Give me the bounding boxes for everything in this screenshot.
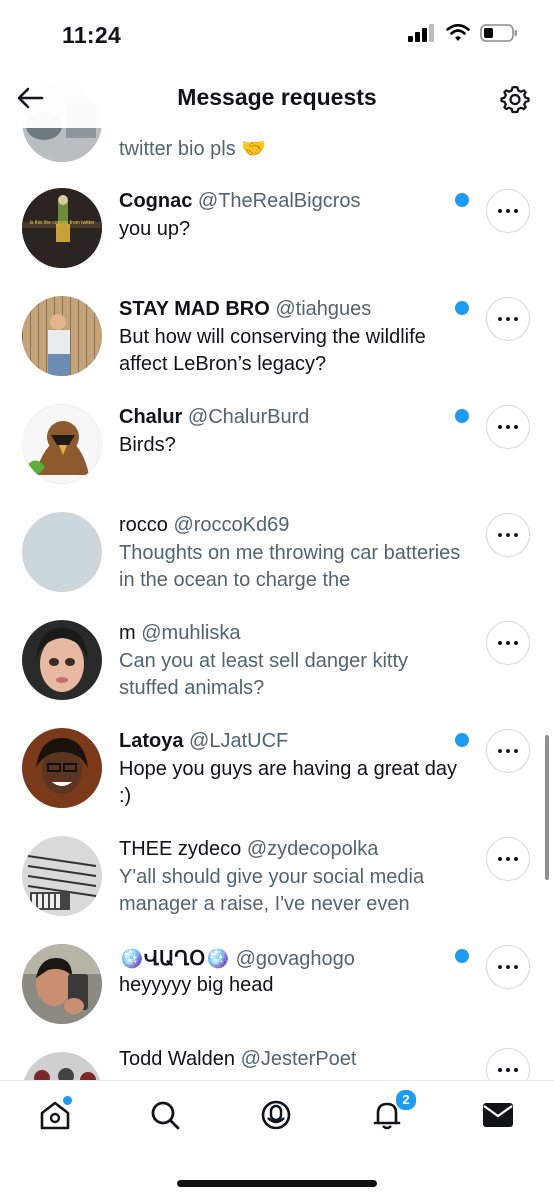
avatar	[22, 512, 102, 592]
scrollbar[interactable]	[545, 735, 549, 880]
sender-line: THEE zydeco @zydecopolka	[119, 838, 378, 861]
more-options-button[interactable]	[486, 837, 530, 881]
avatar	[22, 620, 102, 700]
tab-home[interactable]	[35, 1095, 75, 1135]
unread-dot	[455, 409, 469, 423]
sender-name: rocco	[119, 514, 168, 536]
sender-line: Cognac @TheRealBigcros	[119, 190, 361, 213]
list-item[interactable]: THEE zydeco @zydecopolka Y'all should gi…	[0, 832, 554, 940]
home-new-dot	[62, 1095, 73, 1106]
sender-handle: @zydecopolka	[246, 838, 379, 860]
more-options-button[interactable]	[486, 297, 530, 341]
avatar-caption: Is this the cognac from twitter	[29, 220, 95, 226]
message-preview: Birds?	[119, 434, 176, 456]
sender-handle: @LJatUCF	[189, 730, 289, 752]
sender-name: Latoya	[119, 730, 184, 752]
sender-name: Todd Walden	[119, 1048, 235, 1070]
more-icon	[498, 857, 518, 861]
avatar: Is this the cognac from twitter	[22, 188, 102, 268]
more-icon	[498, 533, 518, 537]
spaces-icon	[261, 1100, 291, 1130]
sender-line: rocco @roccoKd69	[119, 514, 289, 537]
list-item[interactable]: m @muhliska Can you at least sell danger…	[0, 616, 554, 724]
unread-dot	[455, 733, 469, 747]
sender-handle: @muhliska	[141, 622, 241, 644]
more-icon	[498, 641, 518, 645]
sender-name: m	[119, 622, 136, 644]
gear-icon	[500, 85, 530, 114]
unread-dot	[455, 193, 469, 207]
message-preview: Hope you guys are having a great day :)	[119, 758, 457, 807]
unread-dot	[455, 949, 469, 963]
more-icon	[498, 317, 518, 321]
sender-handle: @TheRealBigcros	[197, 190, 361, 212]
list-item[interactable]: rocco @roccoKd69 Thoughts on me throwing…	[0, 508, 554, 616]
page-header: Message requests	[0, 70, 554, 128]
envelope-icon	[483, 1103, 513, 1127]
unread-dot	[455, 301, 469, 315]
tab-messages[interactable]	[478, 1095, 518, 1135]
list-item[interactable]: Latoya @LJatUCF Hope you guys are having…	[0, 724, 554, 832]
status-time: 11:24	[62, 22, 122, 48]
avatar	[22, 296, 102, 376]
search-icon	[151, 1101, 180, 1130]
more-options-button[interactable]	[486, 621, 530, 665]
more-icon	[498, 209, 518, 213]
sender-line: Todd Walden @JesterPoet	[119, 1048, 356, 1071]
sender-handle: @JesterPoet	[240, 1048, 357, 1070]
message-preview: But how will conserving the wildlife aff…	[119, 326, 426, 375]
message-preview: Can you at least sell danger kitty stuff…	[119, 650, 409, 699]
sender-line: m @muhliska	[119, 622, 240, 645]
tab-notifications[interactable]: 2	[367, 1089, 417, 1135]
more-options-button[interactable]	[486, 189, 530, 233]
more-options-button[interactable]	[486, 729, 530, 773]
sender-handle: @roccoKd69	[173, 514, 290, 536]
tab-search[interactable]	[145, 1095, 185, 1135]
tab-spaces[interactable]	[256, 1095, 296, 1135]
page-title: Message requests	[177, 84, 377, 110]
message-preview: Y'all should give your social media mana…	[119, 866, 425, 915]
sender-line: Latoya @LJatUCF	[119, 730, 288, 753]
cellular-signal-icon	[408, 24, 434, 42]
notifications-badge: 2	[395, 1089, 417, 1111]
message-preview: twitter bio pls 🤝	[119, 138, 267, 160]
sender-name: THEE zydeco	[119, 838, 242, 860]
settings-button[interactable]	[498, 82, 532, 116]
list-item[interactable]: 🪩ՎԱՂՕ🪩 @govaghogo heyyyyy big head	[0, 940, 554, 1048]
wifi-icon	[446, 24, 470, 41]
more-icon	[498, 1068, 518, 1072]
avatar	[22, 728, 102, 808]
sender-handle: @ChalurBurd	[187, 406, 310, 428]
status-icons	[408, 24, 518, 42]
avatar	[22, 836, 102, 916]
more-options-button[interactable]	[486, 945, 530, 989]
sender-name: Chalur	[119, 406, 183, 428]
sender-line: STAY MAD BRO @tiahgues	[119, 298, 371, 321]
sender-name: STAY MAD BRO	[119, 298, 270, 320]
message-preview: heyyyyy big head	[119, 974, 274, 996]
home-indicator[interactable]	[177, 1180, 377, 1187]
more-icon	[498, 425, 518, 429]
sender-name: 🪩ՎԱՂՕ🪩	[119, 948, 231, 970]
more-options-button[interactable]	[486, 513, 530, 557]
sender-name: Cognac	[119, 190, 193, 212]
more-icon	[498, 965, 518, 969]
list-item[interactable]: Is this the cognac from twitter Cognac @…	[0, 184, 554, 292]
avatar	[22, 944, 102, 1024]
battery-icon	[480, 24, 517, 42]
more-icon	[498, 749, 518, 753]
list-item[interactable]: Chalur @ChalurBurd Birds?	[0, 400, 554, 508]
sender-line: Chalur @ChalurBurd	[119, 406, 309, 429]
list-item[interactable]: STAY MAD BRO @tiahgues But how will cons…	[0, 292, 554, 400]
sender-line: 🪩ՎԱՂՕ🪩 @govaghogo	[119, 946, 355, 971]
more-options-button[interactable]	[486, 405, 530, 449]
sender-handle: @govaghogo	[235, 948, 355, 970]
message-preview: Thoughts on me throwing car batteries in…	[119, 542, 461, 591]
sender-handle: @tiahgues	[275, 298, 372, 320]
message-preview: you up?	[119, 218, 191, 240]
avatar	[22, 404, 102, 484]
status-bar: 11:24	[0, 0, 554, 70]
